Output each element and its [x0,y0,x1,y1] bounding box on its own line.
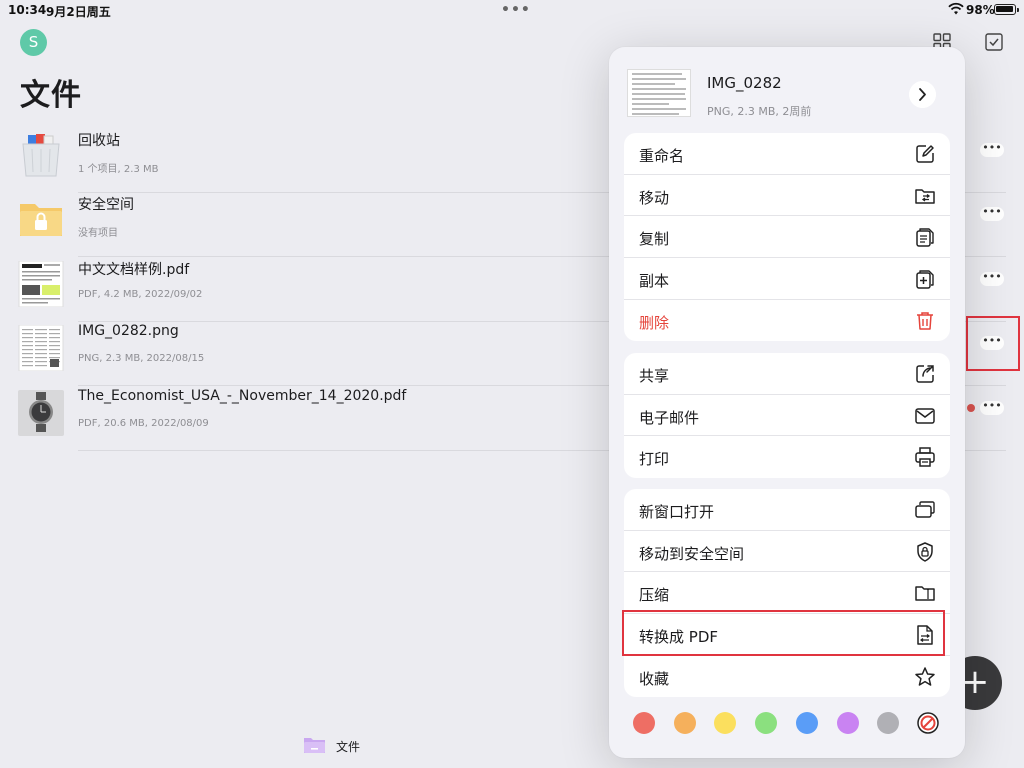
highlight-convert-pdf [622,610,945,656]
tab-files-label: 文件 [336,740,361,754]
lock-folder-icon [20,204,62,236]
status-time: 10:34 [8,3,47,17]
menu-item-delete[interactable]: 删除 [624,300,950,342]
copy-icon [916,228,934,248]
color-tag-purple[interactable] [836,712,859,734]
menu-item-compress[interactable]: 压缩 [624,572,950,615]
menu-item-label: 复制 [639,230,670,249]
color-tag-yellow[interactable] [714,712,737,734]
menu-item-label: 移动到安全空间 [639,544,745,563]
color-tag-blue[interactable] [795,712,818,734]
color-tag-red[interactable] [633,712,655,734]
more-options-button[interactable]: ••• [980,271,1004,286]
menu-group-actions: 新窗口打开 移动到安全空间 压缩 转换成 PDF 收藏 [624,489,950,698]
menu-file-meta: PNG, 2.3 MB, 2周前 [707,105,812,118]
trash-icon [917,312,933,330]
menu-item-email[interactable]: 电子邮件 [624,395,950,437]
menu-item-label: 共享 [639,367,670,385]
file-meta: PDF, 20.6 MB, 2022/08/09 [78,418,209,429]
select-checkbox-icon[interactable] [985,33,1003,51]
menu-item-move-to-secure-space[interactable]: 移动到安全空间 [624,531,950,573]
color-tag-gray[interactable] [877,712,900,734]
move-folder-icon [915,188,935,204]
file-name: IMG_0282.png [78,323,179,339]
menu-item-label: 移动 [639,188,670,207]
avatar[interactable]: S [20,29,47,56]
menu-item-label: 重命名 [639,147,685,165]
share-icon [916,365,934,383]
image-thumbnail [18,325,64,371]
menu-item-label: 新窗口打开 [639,503,715,521]
menu-item-duplicate[interactable]: 副本 [624,258,950,300]
page-title: 文件 [20,78,82,113]
battery-icon [994,4,1019,15]
edit-icon [916,145,934,163]
pdf-thumbnail [18,261,64,307]
file-name: 安全空间 [78,197,134,213]
menu-item-label: 收藏 [639,669,670,688]
menu-item-print[interactable]: 打印 [624,436,950,478]
menu-file-title: IMG_0282 [707,74,782,92]
menu-item-copy[interactable]: 复制 [624,216,950,259]
zip-folder-icon [915,586,935,602]
multitasking-dots-icon[interactable]: ••• [501,2,531,18]
file-name: 回收站 [78,133,120,149]
menu-item-label: 打印 [639,450,670,469]
tab-files[interactable]: 文件 [304,734,384,758]
chevron-right-icon[interactable] [909,81,936,108]
no-color-icon[interactable] [917,712,939,734]
mail-icon [915,407,935,424]
file-meta: 没有项目 [78,228,118,239]
watch-thumbnail [18,390,64,436]
file-thumbnail [627,69,691,117]
menu-item-share[interactable]: 共享 [624,353,950,395]
status-date: 9月2日周五 [46,5,111,19]
color-tag-green[interactable] [755,712,778,734]
menu-group-share: 共享 电子邮件 打印 [624,353,950,479]
star-icon [915,667,935,686]
color-tag-orange[interactable] [673,712,696,734]
menu-item-label: 副本 [639,272,670,291]
file-meta: PNG, 2.3 MB, 2022/08/15 [78,353,205,364]
file-name: The_Economist_USA_-_November_14_2020.pdf [78,388,407,404]
shield-lock-icon [917,541,933,562]
more-options-button[interactable]: ••• [980,206,1004,221]
more-options-button[interactable]: ••• [980,400,1004,415]
more-options-button[interactable]: ••• [980,142,1004,157]
wifi-icon [948,2,964,15]
menu-group-edit: 重命名 移动 复制 副本 删除 [624,133,950,342]
menu-item-favorite[interactable]: 收藏 [624,656,950,698]
menu-item-move[interactable]: 移动 [624,175,950,217]
printer-icon [915,447,935,468]
folder-icon [304,738,325,753]
file-meta: PDF, 4.2 MB, 2022/09/02 [78,289,203,300]
red-tag-dot [967,404,975,412]
duplicate-icon [916,270,934,289]
menu-item-label: 删除 [639,313,670,332]
menu-item-new-window[interactable]: 新窗口打开 [624,489,950,531]
file-meta: 1 个项目, 2.3 MB [78,164,159,175]
trash-icon [22,134,60,177]
status-bar: 10:34 9月2日周五 ••• 98% [0,0,1024,20]
color-tag-row [633,712,949,736]
file-name: 中文文档样例.pdf [78,262,190,278]
menu-item-label: 电子邮件 [639,408,700,427]
highlight-more-button [966,316,1020,371]
menu-header: IMG_0282 PNG, 2.3 MB, 2周前 [609,47,965,133]
menu-item-rename[interactable]: 重命名 [624,133,950,175]
battery-percent: 98% [966,3,995,17]
menu-item-label: 压缩 [639,586,670,605]
new-window-icon [915,501,935,518]
